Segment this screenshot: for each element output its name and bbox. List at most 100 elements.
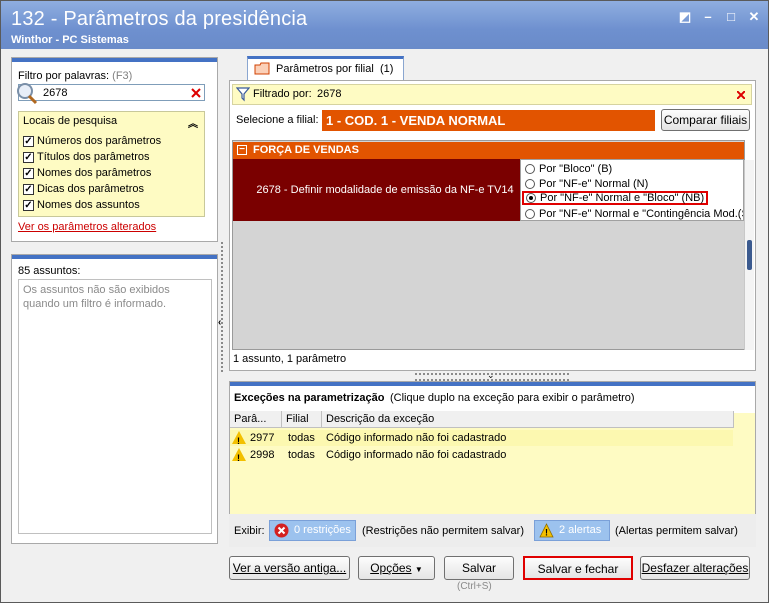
row-branch: todas — [288, 432, 315, 444]
tab-label: Parâmetros por filial — [276, 63, 374, 75]
location-option-names[interactable]: ✓ Nomes dos parâmetros — [23, 166, 151, 180]
col-header-param[interactable]: Parâ... — [230, 411, 282, 428]
search-field[interactable] — [17, 83, 205, 105]
search-locations-title: Locais de pesquisa — [23, 115, 118, 127]
filter-bar-value: 2678 — [317, 88, 342, 100]
vertical-scrollbar[interactable] — [744, 160, 754, 350]
option-bloco[interactable]: Por "Bloco" (B) — [525, 162, 612, 176]
filter-panel: Filtro por palavras: (F3) Locais de pesq… — [11, 57, 218, 242]
location-option-numbers[interactable]: ✓ Números dos parâmetros — [23, 134, 161, 148]
exceptions-header: Exceções na parametrização (Clique duplo… — [230, 386, 755, 413]
warning-icon: ! — [232, 431, 246, 446]
folder-icon — [254, 62, 270, 75]
alerts-pill-label: 2 alertas — [559, 524, 602, 536]
group-row-sales-force[interactable]: − FORÇA DE VENDAS — [233, 142, 744, 159]
save-and-close-button[interactable]: Salvar e fechar — [523, 556, 633, 580]
checkbox-icon[interactable]: ✓ — [23, 135, 34, 147]
restore-icon[interactable]: ◩ — [677, 9, 693, 25]
dropdown-arrow-icon: ▼ — [414, 565, 423, 574]
col-header-branch[interactable]: Filial — [282, 411, 322, 428]
title-bar: 132 - Parâmetros da presidência Winthor … — [1, 1, 768, 49]
collapse-chevron-icon[interactable]: ︽ — [188, 115, 198, 130]
restrictions-toggle[interactable]: 0 restrições — [269, 520, 356, 541]
show-label: Exibir: — [234, 525, 265, 537]
search-input[interactable] — [43, 86, 193, 100]
error-icon — [274, 523, 289, 538]
option-label: Por "NF-e" Normal e "Bloco" (NB) — [540, 192, 705, 204]
alerts-toggle[interactable]: ! 2 alertas — [534, 520, 610, 541]
subjects-count: 85 assuntos: — [18, 265, 81, 277]
option-nfe-normal[interactable]: Por "NF-e" Normal (N) — [525, 177, 648, 191]
panel-accent-bar — [12, 255, 217, 259]
radio-icon[interactable] — [525, 164, 535, 174]
funnel-icon — [236, 87, 250, 102]
maximize-icon[interactable]: □ — [723, 9, 739, 25]
window-title: 132 - Parâmetros da presidência — [11, 8, 308, 30]
tab-count: (1) — [380, 63, 394, 75]
subjects-panel: 85 assuntos: Os assuntos não são exibido… — [11, 254, 218, 544]
branch-select-label: Selecione a filial: — [236, 114, 319, 126]
compare-branches-button[interactable]: Comparar filiais — [661, 109, 750, 131]
old-version-label: Ver a versão antiga... — [232, 561, 347, 575]
splitter-grip — [221, 242, 223, 372]
filter-bar: Filtrado por: 2678 — [232, 84, 752, 105]
option-label: Por "NF-e" Normal e "Contingência Mod.(S — [539, 208, 744, 220]
option-label: Por "Bloco" (B) — [539, 163, 613, 175]
radio-icon[interactable] — [525, 209, 535, 219]
alerts-note: (Alertas permitem salvar) — [615, 525, 738, 537]
grid-status: 1 assunto, 1 parâmetro — [233, 353, 347, 365]
restrictions-note: (Restrições não permitem salvar) — [362, 525, 524, 537]
row-param: 2977 — [250, 432, 275, 444]
restrictions-pill-label: 0 restrições — [294, 524, 351, 536]
altered-params-link[interactable]: Ver os parâmetros alterados — [18, 221, 156, 233]
vertical-splitter[interactable]: ‹ — [218, 242, 226, 372]
warning-icon: ! — [232, 448, 246, 463]
subjects-note: Os assuntos não são exibidos quando um f… — [23, 284, 170, 310]
col-header-description[interactable]: Descrição da exceção — [322, 411, 734, 428]
subjects-list: Os assuntos não são exibidos quando um f… — [18, 279, 212, 534]
radio-icon[interactable] — [525, 179, 535, 189]
location-option-titles[interactable]: ✓ Títulos dos parâmetros — [23, 150, 150, 164]
table-row[interactable]: ! 2977 todas Código informado não foi ca… — [230, 430, 733, 446]
clear-filter-icon[interactable] — [737, 91, 745, 99]
option-nfe-normal-bloco[interactable]: Por "NF-e" Normal e "Bloco" (NB) — [522, 191, 709, 205]
svg-text:!: ! — [545, 528, 548, 538]
chevron-down-icon[interactable]: ⌄ — [487, 370, 495, 381]
radio-selected-icon[interactable] — [526, 193, 536, 203]
filter-bar-label: Filtrado por: — [253, 88, 312, 100]
row-branch: todas — [288, 449, 315, 461]
option-nfe-contingencia[interactable]: Por "NF-e" Normal e "Contingência Mod.(S — [525, 207, 744, 220]
checkbox-icon[interactable]: ✓ — [23, 183, 34, 195]
group-label: FORÇA DE VENDAS — [253, 144, 359, 156]
chevron-left-icon[interactable]: ‹ — [218, 317, 221, 328]
save-button[interactable]: Salvar — [444, 556, 514, 580]
branch-select[interactable]: 1 - COD. 1 - VENDA NORMAL — [322, 110, 655, 131]
search-locations-box: Locais de pesquisa ︽ ✓ Números dos parâme… — [18, 111, 205, 217]
row-description: Código informado não foi cadastrado — [326, 449, 507, 461]
close-icon[interactable]: ✕ — [746, 9, 762, 25]
exceptions-title: Exceções na parametrização — [234, 392, 385, 404]
save-shortcut: (Ctrl+S) — [457, 581, 492, 592]
options-dropdown-button[interactable]: Opções ▼ — [358, 556, 435, 580]
location-option-subjects[interactable]: ✓ Nomes dos assuntos — [23, 198, 140, 212]
exceptions-hint: (Clique duplo na exceção para exibir o p… — [390, 392, 635, 404]
tab-params-by-branch[interactable]: Parâmetros por filial (1) — [247, 56, 404, 81]
old-version-button[interactable]: Ver a versão antiga... — [229, 556, 350, 580]
location-option-label: Números dos parâmetros — [37, 135, 162, 147]
param-options: Por "Bloco" (B) Por "NF-e" Normal (N) Po… — [520, 159, 744, 221]
location-option-label: Dicas dos parâmetros — [37, 183, 144, 195]
horizontal-splitter[interactable]: ⌄ — [415, 370, 569, 381]
collapse-group-icon[interactable]: − — [237, 145, 247, 155]
undo-changes-button[interactable]: Desfazer alterações — [640, 556, 750, 580]
checkbox-icon[interactable]: ✓ — [23, 167, 34, 179]
checkbox-icon[interactable]: ✓ — [23, 199, 34, 211]
checkbox-icon[interactable]: ✓ — [23, 151, 34, 163]
location-option-tips[interactable]: ✓ Dicas dos parâmetros — [23, 182, 144, 196]
clear-search-icon[interactable] — [191, 88, 201, 98]
minimize-icon[interactable]: – — [700, 9, 716, 25]
location-option-label: Títulos dos parâmetros — [37, 151, 150, 163]
row-description: Código informado não foi cadastrado — [326, 432, 507, 444]
warning-icon: ! — [539, 523, 554, 538]
scrollbar-thumb[interactable] — [747, 240, 752, 270]
table-row[interactable]: ! 2998 todas Código informado não foi ca… — [230, 447, 733, 463]
